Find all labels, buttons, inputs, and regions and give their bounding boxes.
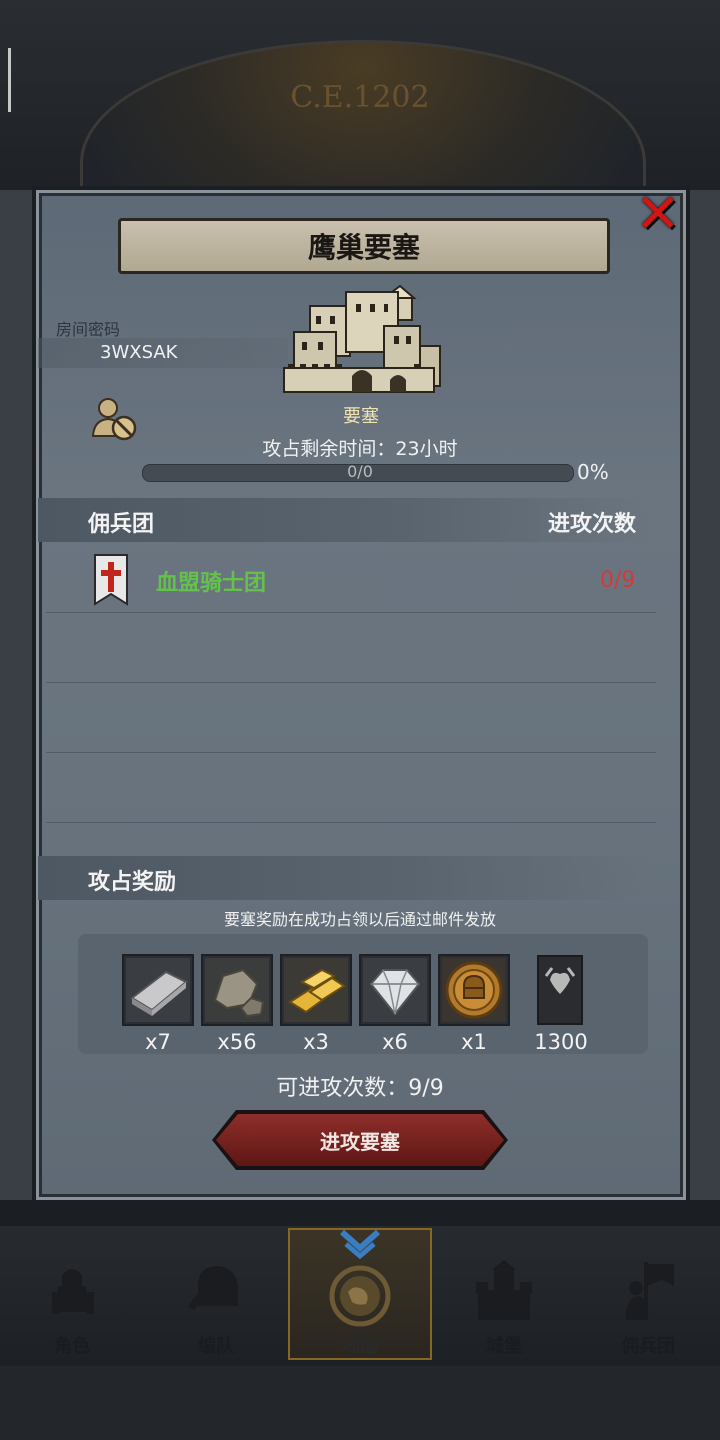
attacks-remaining: 可进攻次数：9/9 <box>276 1076 444 1101</box>
bottom-strip <box>0 1366 720 1440</box>
guild-banner-icon <box>94 554 128 606</box>
knight-icon <box>52 1269 94 1314</box>
close-button[interactable]: ✕ <box>630 186 686 242</box>
reward-item-diamond[interactable] <box>359 954 431 1026</box>
capture-progress-percent: 0% <box>577 460 609 484</box>
reward-header: 攻占奖励 <box>88 870 177 895</box>
attack-fortress-button[interactable]: 进攻要塞 <box>216 1114 504 1166</box>
row-divider <box>46 612 656 613</box>
reward-qty-diamond: x6 <box>382 1030 408 1054</box>
row-divider <box>46 682 656 683</box>
year-label: C.E.1202 <box>290 80 430 115</box>
attack-button-label: 进攻要塞 <box>320 1129 400 1154</box>
room-code-value[interactable]: 3WXSAK <box>100 342 177 363</box>
reward-item-silver[interactable] <box>122 954 194 1026</box>
helmet-icon <box>188 1266 238 1310</box>
nav-label-formation: 编队 <box>198 1336 234 1357</box>
capture-timer: 攻占剩余时间：23小时 <box>262 438 458 460</box>
reward-item-stone[interactable] <box>201 954 273 1026</box>
map-icon <box>329 1265 391 1327</box>
attack-count-header: 进攻次数 <box>548 512 637 537</box>
reward-note: 要塞奖励在成功占领以后通过邮件发放 <box>223 910 496 929</box>
reward-qty-gold: x3 <box>303 1030 329 1054</box>
row-divider <box>46 822 656 823</box>
nav-label-mercenary: 佣兵团 <box>621 1336 675 1357</box>
mercenary-header: 佣兵团 <box>88 512 155 537</box>
close-icon: ✕ <box>635 182 681 245</box>
dialog-title: 鹰巢要塞 <box>307 231 420 264</box>
reward-qty-experience: 1300 <box>534 1030 588 1054</box>
fortress-icon <box>283 284 441 393</box>
castle-icon <box>476 1260 532 1320</box>
silver-ingot-icon <box>126 958 190 1022</box>
mercenary-icon <box>625 1262 674 1320</box>
reward-qty-stone: x56 <box>217 1030 257 1054</box>
knight-coin-icon <box>442 958 506 1022</box>
reward-qty-coin: x1 <box>461 1030 487 1054</box>
right-edge-background <box>690 190 720 1200</box>
fortress-label: 要塞 <box>343 406 379 427</box>
guild-attack-count: 0/9 <box>600 568 636 593</box>
reward-qty-silver: x7 <box>145 1030 171 1054</box>
experience-banner-icon[interactable] <box>536 954 584 1026</box>
capture-progress-text: 0/0 <box>347 462 373 481</box>
row-divider <box>46 752 656 753</box>
stone-icon <box>205 958 269 1022</box>
room-code-label: 房间密码 <box>56 320 121 339</box>
person-blocked-icon[interactable] <box>90 396 140 442</box>
nav-label-castle: 城堡 <box>486 1336 522 1357</box>
title-banner: 鹰巢要塞 <box>118 218 610 274</box>
nav-label-map: 地图 <box>342 1336 378 1357</box>
guild-name[interactable]: 血盟骑士团 <box>156 565 266 597</box>
reward-item-gold[interactable] <box>280 954 352 1026</box>
reward-item-coin[interactable] <box>438 954 510 1026</box>
nav-label-character: 角色 <box>54 1336 90 1357</box>
scroll-indicator <box>8 48 11 112</box>
gold-bars-icon <box>284 958 348 1022</box>
diamond-icon <box>363 958 427 1022</box>
left-edge-background <box>0 190 34 1200</box>
